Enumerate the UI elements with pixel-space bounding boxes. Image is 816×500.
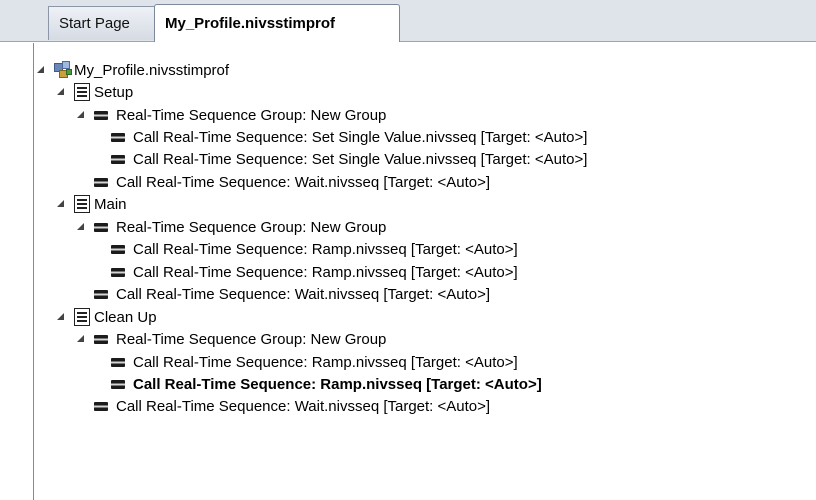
profile-tree: My_Profile.nivsstimprof Setup Real-Time … (33, 43, 816, 500)
tree-node-label: Setup (94, 83, 134, 101)
tree-node-label: Call Real-Time Sequence: Wait.nivsseq [T… (116, 173, 491, 191)
tree-node-group[interactable]: Real-Time Sequence Group: New Group (76, 104, 386, 126)
tab-label: My_Profile.nivsstimprof (165, 15, 336, 32)
sequence-icon (94, 334, 108, 344)
sequence-list-icon (74, 83, 90, 101)
sequence-icon (111, 132, 125, 142)
tree-node-call[interactable]: Call Real-Time Sequence: Ramp.nivsseq [T… (111, 238, 518, 260)
collapse-arrow-icon[interactable] (76, 110, 86, 120)
collapse-arrow-icon[interactable] (76, 222, 86, 232)
tree-node-call[interactable]: Call Real-Time Sequence: Set Single Valu… (111, 126, 587, 148)
tab-divider (0, 41, 816, 42)
tree-node-label: Call Real-Time Sequence: Ramp.nivsseq [T… (133, 240, 518, 258)
sequence-icon (94, 110, 108, 120)
tab-my-profile[interactable]: My_Profile.nivsstimprof (154, 4, 400, 43)
collapse-arrow-icon[interactable] (56, 312, 66, 322)
tree-node-label: Call Real-Time Sequence: Ramp.nivsseq [T… (133, 263, 518, 281)
tab-start-page[interactable]: Start Page (37, 6, 164, 40)
tree-node-label: Clean Up (94, 308, 157, 326)
tree-node-label: Call Real-Time Sequence: Wait.nivsseq [T… (116, 285, 491, 303)
sequence-icon (111, 379, 125, 389)
sequence-icon (94, 289, 108, 299)
tree-node-group[interactable]: Real-Time Sequence Group: New Group (76, 216, 386, 238)
tree-node-call[interactable]: Call Real-Time Sequence: Wait.nivsseq [T… (94, 395, 490, 417)
tree-node-label: Real-Time Sequence Group: New Group (116, 330, 387, 348)
tree-node-call[interactable]: Call Real-Time Sequence: Wait.nivsseq [T… (94, 283, 490, 305)
sequence-icon (111, 244, 125, 254)
tab-label: Start Page (59, 15, 130, 32)
tree-node-label: Call Real-Time Sequence: Wait.nivsseq [T… (116, 397, 491, 415)
tree-root-node[interactable]: My_Profile.nivsstimprof (36, 59, 229, 81)
tab-bar: Start Page My_Profile.nivsstimprof (0, 0, 816, 43)
sequence-icon (111, 357, 125, 367)
tree-node-label: Main (94, 195, 127, 213)
stimulus-profile-icon (54, 61, 72, 79)
collapse-arrow-icon[interactable] (36, 65, 46, 75)
tree-node-label: Real-Time Sequence Group: New Group (116, 106, 387, 124)
tree-node-group[interactable]: Real-Time Sequence Group: New Group (76, 328, 386, 350)
collapse-arrow-icon[interactable] (56, 199, 66, 209)
tree-node-main[interactable]: Main (56, 193, 127, 215)
tree-node-label: Call Real-Time Sequence: Set Single Valu… (133, 128, 588, 146)
tree-node-label: Real-Time Sequence Group: New Group (116, 218, 387, 236)
tree-node-setup[interactable]: Setup (56, 81, 133, 103)
sequence-icon (111, 267, 125, 277)
tree-node-clean-up[interactable]: Clean Up (56, 306, 157, 328)
collapse-arrow-icon[interactable] (76, 334, 86, 344)
tree-node-label: Call Real-Time Sequence: Set Single Valu… (133, 150, 588, 168)
sequence-icon (94, 401, 108, 411)
tree-node-call[interactable]: Call Real-Time Sequence: Ramp.nivsseq [T… (111, 261, 518, 283)
sequence-icon (94, 177, 108, 187)
collapse-arrow-icon[interactable] (56, 87, 66, 97)
sequence-list-icon (74, 308, 90, 326)
tree-node-label: Call Real-Time Sequence: Ramp.nivsseq [T… (133, 375, 542, 393)
tree-node-label: Call Real-Time Sequence: Ramp.nivsseq [T… (133, 353, 518, 371)
tree-node-call[interactable]: Call Real-Time Sequence: Ramp.nivsseq [T… (111, 351, 518, 373)
tree-node-label: My_Profile.nivsstimprof (74, 61, 230, 79)
sequence-list-icon (74, 195, 90, 213)
tree-node-call[interactable]: Call Real-Time Sequence: Wait.nivsseq [T… (94, 171, 490, 193)
sequence-icon (111, 154, 125, 164)
tree-node-call[interactable]: Call Real-Time Sequence: Set Single Valu… (111, 148, 587, 170)
sequence-icon (94, 222, 108, 232)
tree-node-call-selected[interactable]: Call Real-Time Sequence: Ramp.nivsseq [T… (111, 373, 542, 395)
